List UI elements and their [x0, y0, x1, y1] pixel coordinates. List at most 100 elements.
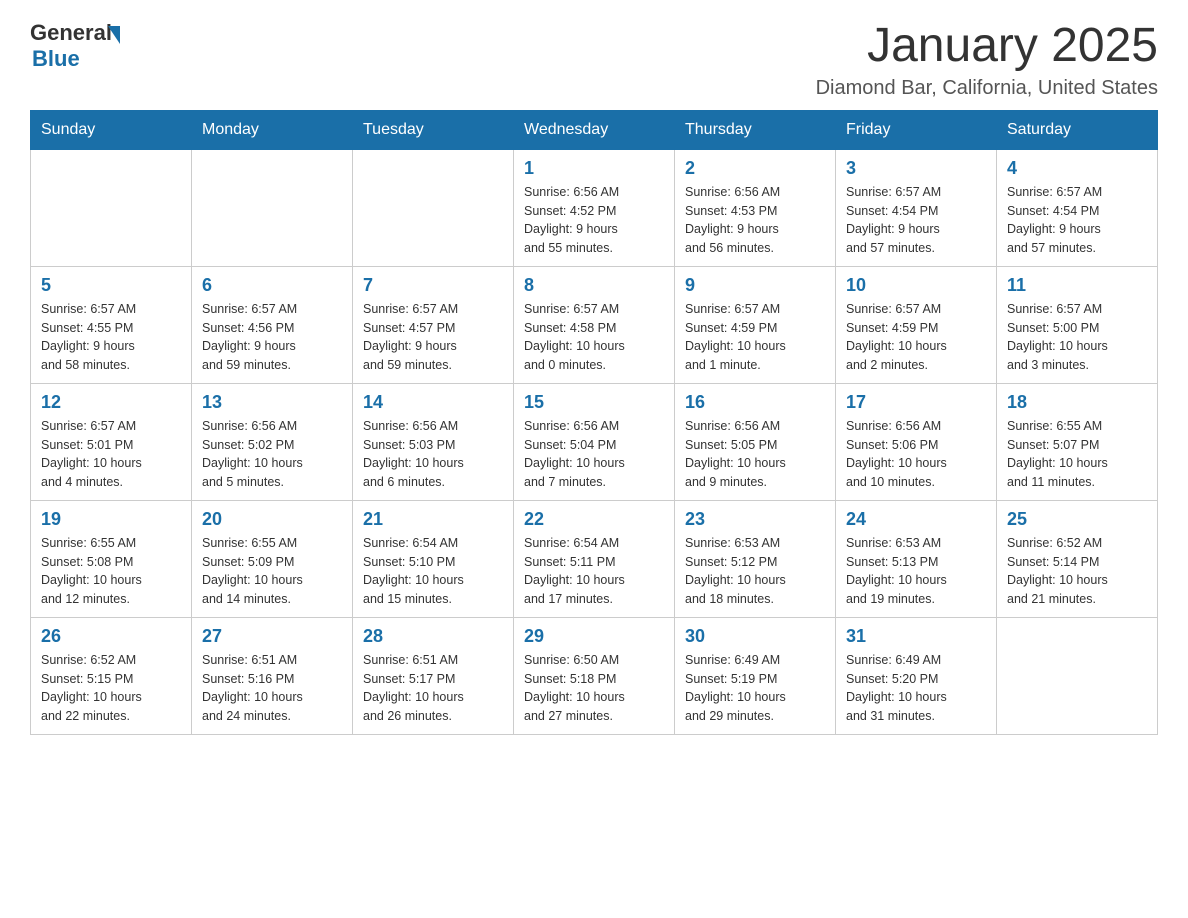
day-number: 21	[363, 509, 503, 530]
logo-general: General	[30, 20, 112, 46]
calendar-cell: 31 Sunrise: 6:49 AMSunset: 5:20 PMDayligh…	[836, 617, 997, 734]
title-area: January 2025 Diamond Bar, California, Un…	[816, 20, 1158, 100]
day-number: 2	[685, 158, 825, 179]
calendar-cell: 21 Sunrise: 6:54 AMSunset: 5:10 PMDayligh…	[353, 500, 514, 617]
day-number: 23	[685, 509, 825, 530]
calendar-cell: 3Sunrise: 6:57 AMSunset: 4:54 PMDaylight…	[836, 149, 997, 266]
calendar-cell: 12 Sunrise: 6:57 AMSunset: 5:01 PMDayligh…	[31, 383, 192, 500]
day-number: 9	[685, 275, 825, 296]
day-info: Sunrise: 6:57 AMSunset: 4:58 PMDaylight:…	[524, 300, 664, 375]
day-info: Sunrise: 6:54 AMSunset: 5:10 PMDaylight:…	[363, 534, 503, 609]
calendar-cell: 2 Sunrise: 6:56 AMSunset: 4:53 PMDaylight…	[675, 149, 836, 266]
day-number: 8	[524, 275, 664, 296]
day-info: Sunrise: 6:56 AMSunset: 5:05 PMDaylight:…	[685, 417, 825, 492]
day-info: Sunrise: 6:53 AMSunset: 5:13 PMDaylight:…	[846, 534, 986, 609]
calendar-cell: 19 Sunrise: 6:55 AMSunset: 5:08 PMDayligh…	[31, 500, 192, 617]
day-number: 18	[1007, 392, 1147, 413]
calendar-table: SundayMondayTuesdayWednesdayThursdayFrid…	[30, 110, 1158, 735]
calendar-cell: 24 Sunrise: 6:53 AMSunset: 5:13 PMDayligh…	[836, 500, 997, 617]
day-number: 12	[41, 392, 181, 413]
day-number: 15	[524, 392, 664, 413]
page-header: General Blue January 2025 Diamond Bar, C…	[30, 20, 1158, 100]
day-info: Sunrise: 6:56 AMSunset: 4:53 PMDaylight:…	[685, 183, 825, 258]
calendar-cell: 29Sunrise: 6:50 AMSunset: 5:18 PMDayligh…	[514, 617, 675, 734]
day-info: Sunrise: 6:55 AMSunset: 5:08 PMDaylight:…	[41, 534, 181, 609]
day-number: 7	[363, 275, 503, 296]
day-info: Sunrise: 6:51 AMSunset: 5:17 PMDaylight:…	[363, 651, 503, 726]
location-title: Diamond Bar, California, United States	[816, 77, 1158, 100]
calendar-cell	[997, 617, 1158, 734]
calendar-cell: 13 Sunrise: 6:56 AMSunset: 5:02 PMDayligh…	[192, 383, 353, 500]
day-info: Sunrise: 6:56 AMSunset: 5:02 PMDaylight:…	[202, 417, 342, 492]
calendar-cell: 15 Sunrise: 6:56 AMSunset: 5:04 PMDayligh…	[514, 383, 675, 500]
calendar-week-row: 1Sunrise: 6:56 AMSunset: 4:52 PMDaylight…	[31, 149, 1158, 266]
day-number: 13	[202, 392, 342, 413]
day-info: Sunrise: 6:53 AMSunset: 5:12 PMDaylight:…	[685, 534, 825, 609]
day-number: 31	[846, 626, 986, 647]
day-number: 22	[524, 509, 664, 530]
day-info: Sunrise: 6:56 AMSunset: 5:04 PMDaylight:…	[524, 417, 664, 492]
calendar-cell: 30Sunrise: 6:49 AMSunset: 5:19 PMDayligh…	[675, 617, 836, 734]
calendar-cell	[353, 149, 514, 266]
weekday-header-friday: Friday	[836, 110, 997, 149]
calendar-cell: 6Sunrise: 6:57 AMSunset: 4:56 PMDaylight…	[192, 266, 353, 383]
day-info: Sunrise: 6:57 AMSunset: 4:57 PMDaylight:…	[363, 300, 503, 375]
day-info: Sunrise: 6:56 AMSunset: 4:52 PMDaylight:…	[524, 183, 664, 258]
calendar-cell: 4 Sunrise: 6:57 AMSunset: 4:54 PMDaylight…	[997, 149, 1158, 266]
calendar-cell: 20Sunrise: 6:55 AMSunset: 5:09 PMDayligh…	[192, 500, 353, 617]
day-number: 16	[685, 392, 825, 413]
day-number: 11	[1007, 275, 1147, 296]
day-number: 17	[846, 392, 986, 413]
calendar-cell: 9 Sunrise: 6:57 AMSunset: 4:59 PMDaylight…	[675, 266, 836, 383]
calendar-week-row: 12 Sunrise: 6:57 AMSunset: 5:01 PMDayligh…	[31, 383, 1158, 500]
day-number: 30	[685, 626, 825, 647]
day-info: Sunrise: 6:57 AMSunset: 4:59 PMDaylight:…	[685, 300, 825, 375]
logo-blue: Blue	[32, 46, 80, 72]
calendar-cell: 7 Sunrise: 6:57 AMSunset: 4:57 PMDaylight…	[353, 266, 514, 383]
day-info: Sunrise: 6:56 AMSunset: 5:06 PMDaylight:…	[846, 417, 986, 492]
weekday-header-wednesday: Wednesday	[514, 110, 675, 149]
calendar-cell: 1Sunrise: 6:56 AMSunset: 4:52 PMDaylight…	[514, 149, 675, 266]
day-number: 10	[846, 275, 986, 296]
calendar-cell: 17 Sunrise: 6:56 AMSunset: 5:06 PMDayligh…	[836, 383, 997, 500]
day-info: Sunrise: 6:50 AMSunset: 5:18 PMDaylight:…	[524, 651, 664, 726]
day-number: 14	[363, 392, 503, 413]
day-number: 4	[1007, 158, 1147, 179]
calendar-cell: 11 Sunrise: 6:57 AMSunset: 5:00 PMDayligh…	[997, 266, 1158, 383]
weekday-header-saturday: Saturday	[997, 110, 1158, 149]
calendar-cell: 5Sunrise: 6:57 AMSunset: 4:55 PMDaylight…	[31, 266, 192, 383]
weekday-header-tuesday: Tuesday	[353, 110, 514, 149]
day-info: Sunrise: 6:57 AMSunset: 5:01 PMDaylight:…	[41, 417, 181, 492]
calendar-cell: 23 Sunrise: 6:53 AMSunset: 5:12 PMDayligh…	[675, 500, 836, 617]
calendar-week-row: 5Sunrise: 6:57 AMSunset: 4:55 PMDaylight…	[31, 266, 1158, 383]
calendar-week-row: 19 Sunrise: 6:55 AMSunset: 5:08 PMDayligh…	[31, 500, 1158, 617]
month-title: January 2025	[816, 20, 1158, 73]
day-number: 3	[846, 158, 986, 179]
day-info: Sunrise: 6:49 AMSunset: 5:20 PMDaylight:…	[846, 651, 986, 726]
day-number: 24	[846, 509, 986, 530]
day-number: 20	[202, 509, 342, 530]
day-info: Sunrise: 6:57 AMSunset: 4:59 PMDaylight:…	[846, 300, 986, 375]
calendar-week-row: 26Sunrise: 6:52 AMSunset: 5:15 PMDayligh…	[31, 617, 1158, 734]
day-info: Sunrise: 6:57 AMSunset: 4:56 PMDaylight:…	[202, 300, 342, 375]
calendar-cell: 22 Sunrise: 6:54 AMSunset: 5:11 PMDayligh…	[514, 500, 675, 617]
day-number: 27	[202, 626, 342, 647]
day-number: 28	[363, 626, 503, 647]
weekday-header-monday: Monday	[192, 110, 353, 149]
day-number: 25	[1007, 509, 1147, 530]
day-number: 19	[41, 509, 181, 530]
weekday-header-sunday: Sunday	[31, 110, 192, 149]
calendar-cell: 8 Sunrise: 6:57 AMSunset: 4:58 PMDaylight…	[514, 266, 675, 383]
calendar-header-row: SundayMondayTuesdayWednesdayThursdayFrid…	[31, 110, 1158, 149]
calendar-cell	[192, 149, 353, 266]
calendar-cell: 16 Sunrise: 6:56 AMSunset: 5:05 PMDayligh…	[675, 383, 836, 500]
logo-triangle-icon	[108, 26, 120, 44]
calendar-cell: 18 Sunrise: 6:55 AMSunset: 5:07 PMDayligh…	[997, 383, 1158, 500]
day-info: Sunrise: 6:55 AMSunset: 5:07 PMDaylight:…	[1007, 417, 1147, 492]
day-info: Sunrise: 6:57 AMSunset: 5:00 PMDaylight:…	[1007, 300, 1147, 375]
day-info: Sunrise: 6:57 AMSunset: 4:54 PMDaylight:…	[1007, 183, 1147, 258]
day-info: Sunrise: 6:52 AMSunset: 5:15 PMDaylight:…	[41, 651, 181, 726]
day-info: Sunrise: 6:54 AMSunset: 5:11 PMDaylight:…	[524, 534, 664, 609]
day-info: Sunrise: 6:56 AMSunset: 5:03 PMDaylight:…	[363, 417, 503, 492]
calendar-cell: 10 Sunrise: 6:57 AMSunset: 4:59 PMDayligh…	[836, 266, 997, 383]
